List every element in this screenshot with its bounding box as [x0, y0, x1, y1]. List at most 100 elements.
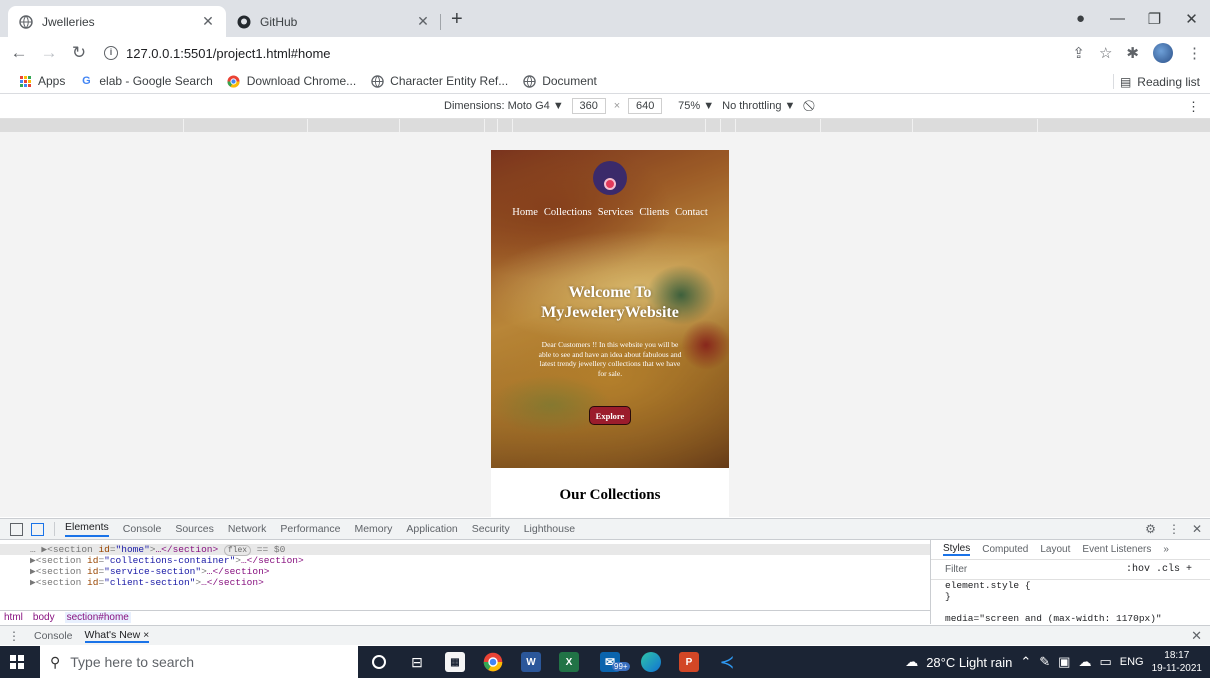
pen-icon[interactable]: ✎	[1039, 654, 1050, 670]
close-devtools-icon[interactable]: ✕	[1192, 522, 1202, 536]
extensions-icon[interactable]: ✱	[1126, 44, 1139, 62]
tray-expand-icon[interactable]: ⌃	[1020, 654, 1031, 670]
tab-console[interactable]: Console	[123, 523, 162, 535]
close-tab-icon[interactable]: ✕	[415, 13, 431, 30]
github-icon	[236, 14, 252, 30]
powerpoint-icon[interactable]: P	[670, 646, 708, 678]
dom-node-client[interactable]: ▶<section id="client-section">…</section…	[0, 577, 930, 588]
nav-clients[interactable]: Clients	[639, 207, 669, 227]
word-icon[interactable]: W	[512, 646, 550, 678]
nav-home[interactable]: Home	[512, 207, 538, 227]
menu-kebab-icon[interactable]: ⋮	[1187, 44, 1202, 62]
back-button[interactable]: ←	[8, 43, 30, 63]
device-toggle-icon[interactable]	[31, 522, 44, 536]
network-icon[interactable]: ☁	[1078, 654, 1091, 670]
drawer-tab-whats-new[interactable]: What's New ×	[84, 629, 150, 643]
close-tab-icon[interactable]: ✕	[200, 13, 216, 30]
zoom-select[interactable]: 75% ▼	[678, 100, 714, 112]
taskbar-search-input[interactable]: ⚲ Type here to search	[40, 646, 358, 678]
chrome-icon[interactable]	[474, 646, 512, 678]
media-rule: media="screen and (max-width: 1170px)"	[945, 613, 1162, 624]
tab-computed[interactable]: Computed	[982, 544, 1028, 555]
inspect-element-icon[interactable]	[10, 522, 23, 536]
tab-sources[interactable]: Sources	[175, 523, 214, 535]
device-height-input[interactable]: 640	[628, 98, 663, 114]
reading-list-button[interactable]: ▤ Reading list	[1120, 69, 1200, 94]
new-tab-button[interactable]: +	[451, 9, 463, 29]
drawer-menu-icon[interactable]: ⋮	[8, 629, 20, 643]
element-style-rule[interactable]: element.style { }	[931, 580, 1210, 602]
breadcrumb-html[interactable]: html	[4, 612, 23, 623]
settings-gear-icon[interactable]: ⚙	[1145, 522, 1156, 536]
site-logo[interactable]	[593, 161, 627, 195]
bookmark-label: Apps	[38, 74, 66, 88]
dom-node-home[interactable]: … ▶<section id="home">…</section> flex =…	[0, 544, 930, 556]
excel-icon[interactable]: X	[550, 646, 588, 678]
tab-styles[interactable]: Styles	[943, 543, 971, 556]
breadcrumb-section-home[interactable]: section#home	[64, 612, 131, 623]
bookmark-document[interactable]: Document	[522, 74, 597, 88]
drawer-tab-console[interactable]: Console	[34, 630, 73, 642]
close-drawer-icon[interactable]: ✕	[1191, 628, 1202, 644]
explore-button[interactable]: Explore	[589, 406, 631, 425]
device-more-icon[interactable]: ⋮	[1187, 99, 1200, 115]
tab-memory[interactable]: Memory	[354, 523, 392, 535]
battery-icon[interactable]: ▭	[1099, 654, 1111, 670]
tab-security[interactable]: Security	[472, 523, 510, 535]
styles-filter-tools[interactable]: :hov .cls +	[1126, 564, 1192, 575]
collections-heading: Our Collections	[559, 487, 661, 503]
bookmarks-divider	[1113, 74, 1114, 89]
taskbar-clock[interactable]: 18:17 19-11-2021	[1152, 649, 1202, 675]
windows-start-icon[interactable]	[10, 655, 24, 669]
reload-button[interactable]: ↻	[68, 43, 90, 63]
store-icon[interactable]: ▦	[436, 646, 474, 678]
bookmark-elab-google[interactable]: G elab - Google Search	[79, 74, 213, 88]
bookmark-character-entity[interactable]: Character Entity Ref...	[370, 74, 508, 88]
device-dimensions-select[interactable]: Dimensions: Moto G4 ▼	[444, 100, 564, 112]
weather-icon[interactable]: ☁	[905, 654, 918, 670]
bookmark-apps[interactable]: Apps	[18, 74, 65, 88]
dom-node-collections[interactable]: ▶<section id="collections-container">…</…	[0, 555, 930, 566]
profile-dot-icon[interactable]: ●	[1062, 10, 1099, 27]
tab-event-listeners[interactable]: Event Listeners	[1082, 544, 1151, 555]
task-view-icon[interactable]: ⊟	[398, 646, 436, 678]
address-bar[interactable]: i 127.0.0.1:5501/project1.html#home	[104, 40, 1144, 66]
cortana-icon[interactable]	[360, 646, 398, 678]
minimize-button[interactable]: —	[1099, 10, 1136, 27]
weather-text[interactable]: 28°C Light rain	[926, 655, 1012, 670]
share-icon[interactable]: ⇪	[1072, 44, 1085, 62]
tab-layout[interactable]: Layout	[1040, 544, 1070, 555]
tab-elements[interactable]: Elements	[65, 521, 109, 537]
device-width-input[interactable]: 360	[571, 98, 606, 114]
close-window-button[interactable]: ✕	[1173, 10, 1210, 28]
tab-github[interactable]: GitHub ✕	[226, 6, 441, 37]
nav-collections[interactable]: Collections	[544, 207, 592, 227]
tab-performance[interactable]: Performance	[280, 523, 340, 535]
tab-jwelleries[interactable]: Jwelleries ✕	[8, 6, 226, 37]
avatar[interactable]	[1153, 43, 1173, 63]
nav-services[interactable]: Services	[598, 207, 634, 227]
throttling-select[interactable]: No throttling ▼	[722, 100, 795, 112]
bookmark-star-icon[interactable]: ☆	[1099, 44, 1112, 62]
dom-breadcrumbs: html body section#home	[0, 610, 930, 624]
forward-button[interactable]: →	[38, 43, 60, 63]
styles-filter-input[interactable]: Filter :hov .cls +	[931, 560, 1210, 580]
outlook-tray-icon[interactable]: ▣	[1058, 654, 1070, 670]
tab-overflow[interactable]: »	[1163, 544, 1169, 555]
tab-lighthouse[interactable]: Lighthouse	[524, 523, 575, 535]
nav-contact[interactable]: Contact	[675, 207, 708, 227]
vscode-icon[interactable]: ≺	[708, 646, 746, 678]
tab-network[interactable]: Network	[228, 523, 267, 535]
tab-application[interactable]: Application	[406, 523, 457, 535]
breadcrumb-body[interactable]: body	[33, 612, 55, 623]
devtools-divider	[54, 522, 55, 536]
devtools-more-icon[interactable]: ⋮	[1168, 522, 1180, 536]
mail-icon[interactable]: ✉ 99+	[588, 646, 632, 678]
media-query-ruler[interactable]	[0, 119, 1210, 132]
bookmark-download-chrome[interactable]: Download Chrome...	[227, 74, 356, 88]
language-indicator[interactable]: ENG	[1120, 656, 1144, 668]
dom-node-service[interactable]: ▶<section id="service-section">…</sectio…	[0, 566, 930, 577]
site-info-icon[interactable]: i	[104, 46, 118, 60]
edge-icon[interactable]	[632, 646, 670, 678]
restore-button[interactable]: ❐	[1136, 10, 1173, 28]
